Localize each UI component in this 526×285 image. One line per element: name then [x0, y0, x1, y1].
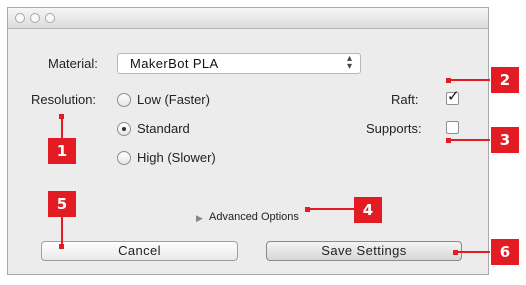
disclosure-triangle-icon[interactable]: ▶ [196, 213, 203, 224]
callout-6-leader [456, 251, 490, 253]
callout-3-leader [448, 139, 490, 141]
material-selected-value: MakerBot PLA [130, 56, 219, 71]
title-bar [8, 8, 488, 29]
callout-5-badge: 5 [48, 191, 76, 217]
resolution-option-low-label: Low (Faster) [137, 92, 210, 107]
callout-1-leader [61, 116, 63, 138]
callout-2-leader [448, 79, 490, 81]
callout-1-badge: 1 [48, 138, 76, 164]
close-window-button[interactable] [15, 13, 25, 23]
callout-3-badge: 3 [491, 127, 519, 153]
material-label: Material: [48, 56, 98, 71]
material-select[interactable]: MakerBot PLA ▴ ▾ [117, 53, 361, 74]
raft-checkbox[interactable]: ✓ [446, 88, 460, 105]
zoom-window-button[interactable] [45, 13, 55, 23]
resolution-option-standard-label: Standard [137, 121, 190, 136]
supports-label: Supports: [366, 121, 422, 136]
radio-low[interactable] [117, 93, 131, 107]
cancel-button[interactable]: Cancel [41, 241, 238, 261]
resolution-label: Resolution: [31, 92, 97, 107]
save-settings-button[interactable]: Save Settings [266, 241, 462, 261]
callout-4-leader [308, 208, 354, 210]
minimize-window-button[interactable] [30, 13, 40, 23]
checkmark-icon: ✓ [447, 88, 460, 105]
radio-selected-dot [122, 127, 126, 131]
raft-label: Raft: [391, 92, 419, 107]
callout-4-badge: 4 [354, 197, 382, 223]
updown-arrows-icon: ▴ ▾ [346, 53, 352, 72]
callout-6-badge: 6 [491, 239, 519, 265]
print-settings-window: Material: MakerBot PLA ▴ ▾ Resolution: Lo… [7, 7, 489, 275]
callout-5-anchor [59, 244, 64, 249]
supports-checkbox[interactable] [446, 121, 459, 134]
radio-high[interactable] [117, 151, 131, 165]
resolution-option-high-label: High (Slower) [137, 150, 216, 165]
radio-standard[interactable] [117, 122, 131, 136]
callout-2-badge: 2 [491, 67, 519, 93]
advanced-options-toggle[interactable]: Advanced Options [209, 211, 299, 223]
callout-5-leader [61, 217, 63, 246]
